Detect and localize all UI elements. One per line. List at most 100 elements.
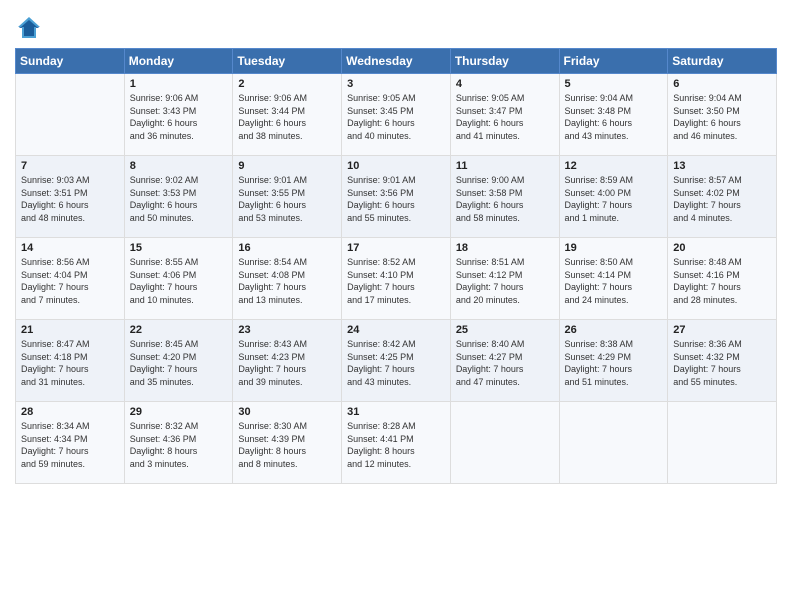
day-number: 30 <box>238 406 336 418</box>
day-number: 7 <box>21 160 119 172</box>
day-number: 4 <box>456 78 554 90</box>
day-info: Sunrise: 9:00 AM Sunset: 3:58 PM Dayligh… <box>456 174 554 224</box>
day-info: Sunrise: 8:38 AM Sunset: 4:29 PM Dayligh… <box>565 338 663 388</box>
calendar-week-5: 28Sunrise: 8:34 AM Sunset: 4:34 PM Dayli… <box>16 402 777 484</box>
day-info: Sunrise: 9:05 AM Sunset: 3:47 PM Dayligh… <box>456 92 554 142</box>
calendar-cell: 8 Sunrise: 9:02 AM Sunset: 3:53 PM Daylig… <box>124 156 233 238</box>
col-header-sunday: Sunday <box>16 49 125 74</box>
day-info: Sunrise: 9:05 AM Sunset: 3:45 PM Dayligh… <box>347 92 445 142</box>
day-info: Sunrise: 9:03 AM Sunset: 3:51 PM Dayligh… <box>21 174 119 224</box>
calendar-cell: 30 Sunrise: 8:30 AM Sunset: 4:39 PM Dayli… <box>233 402 342 484</box>
calendar-cell <box>450 402 559 484</box>
calendar-cell: 23 Sunrise: 8:43 AM Sunset: 4:23 PM Dayli… <box>233 320 342 402</box>
calendar-cell: 7 Sunrise: 9:03 AM Sunset: 3:51 PM Daylig… <box>16 156 125 238</box>
day-info: Sunrise: 8:36 AM Sunset: 4:32 PM Dayligh… <box>673 338 771 388</box>
day-number: 9 <box>238 160 336 172</box>
day-info: Sunrise: 8:45 AM Sunset: 4:20 PM Dayligh… <box>130 338 228 388</box>
day-number: 31 <box>347 406 445 418</box>
day-number: 21 <box>21 324 119 336</box>
calendar-cell: 29Sunrise: 8:32 AM Sunset: 4:36 PM Dayli… <box>124 402 233 484</box>
calendar-cell: 20Sunrise: 8:48 AM Sunset: 4:16 PM Dayli… <box>668 238 777 320</box>
calendar-cell: 3Sunrise: 9:05 AM Sunset: 3:45 PM Daylig… <box>342 74 451 156</box>
calendar-week-2: 7 Sunrise: 9:03 AM Sunset: 3:51 PM Daylig… <box>16 156 777 238</box>
calendar-cell: 22 Sunrise: 8:45 AM Sunset: 4:20 PM Dayli… <box>124 320 233 402</box>
day-number: 1 <box>130 78 228 90</box>
day-info: Sunrise: 9:04 AM Sunset: 3:48 PM Dayligh… <box>565 92 663 142</box>
day-info: Sunrise: 8:48 AM Sunset: 4:16 PM Dayligh… <box>673 256 771 306</box>
day-info: Sunrise: 8:34 AM Sunset: 4:34 PM Dayligh… <box>21 420 119 470</box>
day-info: Sunrise: 8:55 AM Sunset: 4:06 PM Dayligh… <box>130 256 228 306</box>
day-info: Sunrise: 8:43 AM Sunset: 4:23 PM Dayligh… <box>238 338 336 388</box>
calendar-cell: 25Sunrise: 8:40 AM Sunset: 4:27 PM Dayli… <box>450 320 559 402</box>
calendar-week-3: 14 Sunrise: 8:56 AM Sunset: 4:04 PM Dayli… <box>16 238 777 320</box>
calendar-cell: 14 Sunrise: 8:56 AM Sunset: 4:04 PM Dayli… <box>16 238 125 320</box>
day-number: 14 <box>21 242 119 254</box>
day-number: 23 <box>238 324 336 336</box>
calendar-cell: 11 Sunrise: 9:00 AM Sunset: 3:58 PM Dayli… <box>450 156 559 238</box>
day-number: 6 <box>673 78 771 90</box>
calendar-week-4: 21 Sunrise: 8:47 AM Sunset: 4:18 PM Dayli… <box>16 320 777 402</box>
calendar-cell: 5Sunrise: 9:04 AM Sunset: 3:48 PM Daylig… <box>559 74 668 156</box>
day-number: 19 <box>565 242 663 254</box>
col-header-saturday: Saturday <box>668 49 777 74</box>
day-info: Sunrise: 8:30 AM Sunset: 4:39 PM Dayligh… <box>238 420 336 470</box>
day-number: 10 <box>347 160 445 172</box>
day-number: 16 <box>238 242 336 254</box>
day-number: 11 <box>456 160 554 172</box>
calendar-cell: 16Sunrise: 8:54 AM Sunset: 4:08 PM Dayli… <box>233 238 342 320</box>
col-header-monday: Monday <box>124 49 233 74</box>
day-info: Sunrise: 8:50 AM Sunset: 4:14 PM Dayligh… <box>565 256 663 306</box>
day-number: 8 <box>130 160 228 172</box>
calendar-cell: 28Sunrise: 8:34 AM Sunset: 4:34 PM Dayli… <box>16 402 125 484</box>
day-number: 25 <box>456 324 554 336</box>
calendar-cell: 2 Sunrise: 9:06 AM Sunset: 3:44 PM Daylig… <box>233 74 342 156</box>
col-header-tuesday: Tuesday <box>233 49 342 74</box>
calendar-cell: 19 Sunrise: 8:50 AM Sunset: 4:14 PM Dayli… <box>559 238 668 320</box>
day-number: 17 <box>347 242 445 254</box>
calendar-cell <box>16 74 125 156</box>
calendar-cell: 12 Sunrise: 8:59 AM Sunset: 4:00 PM Dayli… <box>559 156 668 238</box>
day-number: 22 <box>130 324 228 336</box>
calendar-cell: 21 Sunrise: 8:47 AM Sunset: 4:18 PM Dayli… <box>16 320 125 402</box>
day-info: Sunrise: 8:47 AM Sunset: 4:18 PM Dayligh… <box>21 338 119 388</box>
logo <box>15 14 47 42</box>
calendar-header-row: SundayMondayTuesdayWednesdayThursdayFrid… <box>16 49 777 74</box>
calendar-cell: 10Sunrise: 9:01 AM Sunset: 3:56 PM Dayli… <box>342 156 451 238</box>
calendar-cell: 13 Sunrise: 8:57 AM Sunset: 4:02 PM Dayli… <box>668 156 777 238</box>
day-info: Sunrise: 9:06 AM Sunset: 3:43 PM Dayligh… <box>130 92 228 142</box>
calendar-cell: 24Sunrise: 8:42 AM Sunset: 4:25 PM Dayli… <box>342 320 451 402</box>
day-info: Sunrise: 9:06 AM Sunset: 3:44 PM Dayligh… <box>238 92 336 142</box>
day-number: 15 <box>130 242 228 254</box>
day-number: 29 <box>130 406 228 418</box>
day-info: Sunrise: 9:04 AM Sunset: 3:50 PM Dayligh… <box>673 92 771 142</box>
day-info: Sunrise: 8:56 AM Sunset: 4:04 PM Dayligh… <box>21 256 119 306</box>
col-header-thursday: Thursday <box>450 49 559 74</box>
calendar-cell: 15 Sunrise: 8:55 AM Sunset: 4:06 PM Dayli… <box>124 238 233 320</box>
day-info: Sunrise: 8:57 AM Sunset: 4:02 PM Dayligh… <box>673 174 771 224</box>
day-info: Sunrise: 8:59 AM Sunset: 4:00 PM Dayligh… <box>565 174 663 224</box>
day-info: Sunrise: 8:52 AM Sunset: 4:10 PM Dayligh… <box>347 256 445 306</box>
col-header-friday: Friday <box>559 49 668 74</box>
calendar-cell: 26Sunrise: 8:38 AM Sunset: 4:29 PM Dayli… <box>559 320 668 402</box>
calendar-cell: 31 Sunrise: 8:28 AM Sunset: 4:41 PM Dayli… <box>342 402 451 484</box>
calendar-cell <box>668 402 777 484</box>
day-number: 24 <box>347 324 445 336</box>
calendar-container: SundayMondayTuesdayWednesdayThursdayFrid… <box>0 0 792 494</box>
col-header-wednesday: Wednesday <box>342 49 451 74</box>
day-number: 2 <box>238 78 336 90</box>
day-number: 18 <box>456 242 554 254</box>
day-info: Sunrise: 8:28 AM Sunset: 4:41 PM Dayligh… <box>347 420 445 470</box>
calendar-table: SundayMondayTuesdayWednesdayThursdayFrid… <box>15 48 777 484</box>
day-number: 12 <box>565 160 663 172</box>
calendar-cell: 17 Sunrise: 8:52 AM Sunset: 4:10 PM Dayli… <box>342 238 451 320</box>
calendar-cell: 4 Sunrise: 9:05 AM Sunset: 3:47 PM Daylig… <box>450 74 559 156</box>
day-number: 27 <box>673 324 771 336</box>
calendar-cell: 9 Sunrise: 9:01 AM Sunset: 3:55 PM Daylig… <box>233 156 342 238</box>
logo-icon <box>15 14 43 42</box>
day-info: Sunrise: 9:02 AM Sunset: 3:53 PM Dayligh… <box>130 174 228 224</box>
calendar-cell: 6 Sunrise: 9:04 AM Sunset: 3:50 PM Daylig… <box>668 74 777 156</box>
calendar-cell: 27 Sunrise: 8:36 AM Sunset: 4:32 PM Dayli… <box>668 320 777 402</box>
day-info: Sunrise: 9:01 AM Sunset: 3:55 PM Dayligh… <box>238 174 336 224</box>
day-number: 13 <box>673 160 771 172</box>
calendar-cell <box>559 402 668 484</box>
